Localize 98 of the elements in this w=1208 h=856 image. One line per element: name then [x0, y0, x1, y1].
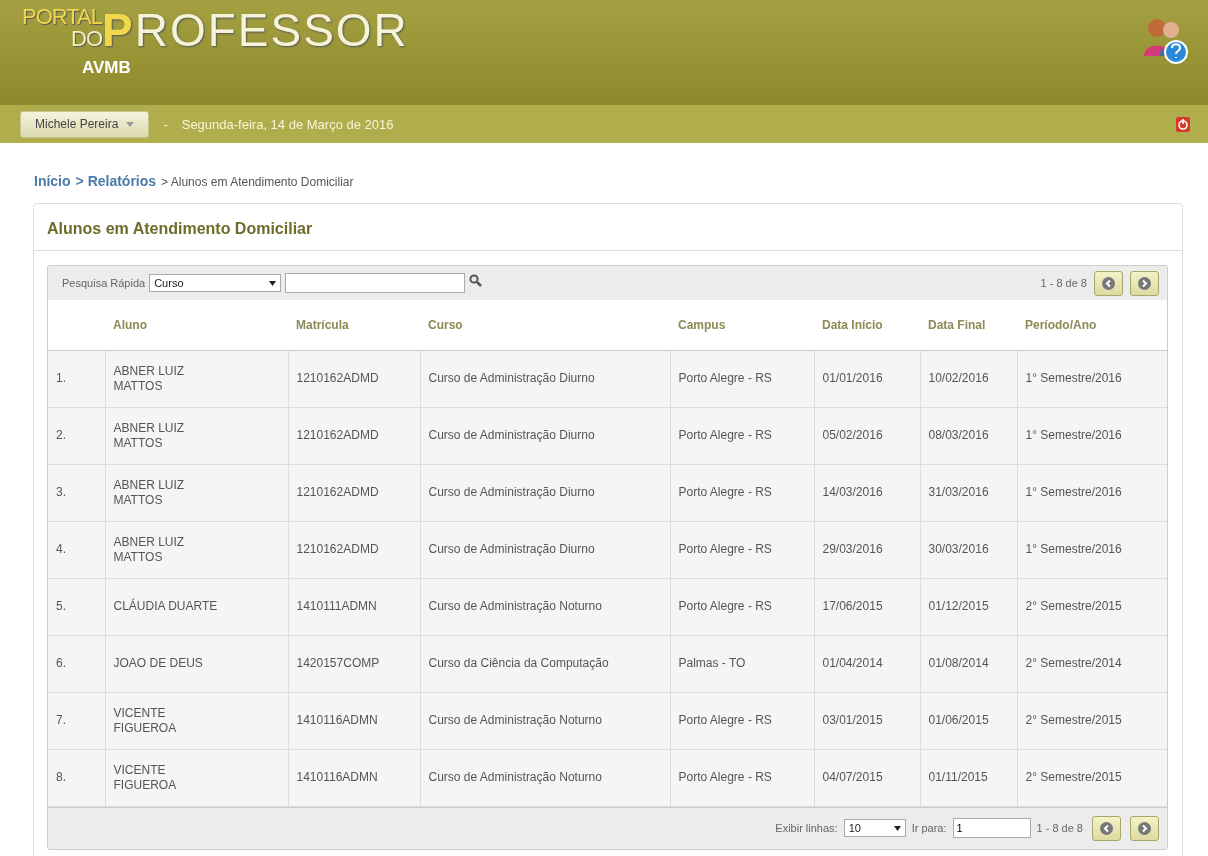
next-page-button[interactable] — [1130, 270, 1159, 296]
table-cell: CLÁUDIA DUARTE — [105, 578, 288, 635]
table-cell: 1420157COMP — [288, 635, 420, 692]
table-cell: VICENTE FIGUEROA — [105, 692, 288, 749]
dropdown-arrow-icon — [893, 825, 901, 831]
table-cell: Curso de Administração Diurno — [420, 464, 670, 521]
breadcrumb-link[interactable]: Início — [34, 173, 71, 189]
table-cell: 1210162ADMD — [288, 407, 420, 464]
dropdown-arrow-icon — [269, 280, 277, 286]
table-cell: ABNER LUIZ MATTOS — [105, 350, 288, 407]
search-field[interactable] — [285, 273, 466, 293]
table-cell: Porto Alegre - RS — [670, 464, 814, 521]
table-cell: Palmas - TO — [670, 635, 814, 692]
goto-label: Ir para: — [911, 822, 947, 834]
table-cell: 1410116ADMN — [288, 749, 420, 806]
table-cell: 30/03/2016 — [920, 521, 1017, 578]
table-cell: 14/03/2016 — [814, 464, 920, 521]
separator-text: - — [163, 116, 168, 132]
next-icon — [1138, 276, 1151, 290]
table-cell: Curso de Administração Diurno — [420, 521, 670, 578]
table-cell: Curso de Administração Diurno — [420, 350, 670, 407]
search-label: Pesquisa Rápida — [62, 277, 146, 289]
logo-text: PORTAL — [22, 6, 102, 28]
table-cell: 1210162ADMD — [288, 464, 420, 521]
row-number: 6. — [48, 635, 105, 692]
row-number: 3. — [48, 464, 105, 521]
table-cell: 31/03/2016 — [920, 464, 1017, 521]
goto-page-field[interactable]: 1 — [952, 818, 1031, 838]
table-cell: Curso da Ciência da Computação — [420, 635, 670, 692]
table-cell: Curso de Administração Noturno — [420, 578, 670, 635]
table-cell: Porto Alegre - RS — [670, 749, 814, 806]
table-cell: JOAO DE DEUS — [105, 635, 288, 692]
table-cell: 05/02/2016 — [814, 407, 920, 464]
table-cell: 1210162ADMD — [288, 350, 420, 407]
page-range-text: 1 - 8 de 8 — [1040, 277, 1087, 289]
table-cell: 2° Semestre/2015 — [1017, 578, 1167, 635]
logo-subtitle: AVMB — [82, 58, 132, 78]
table-cell: 01/06/2015 — [920, 692, 1017, 749]
table-cell: VICENTE FIGUEROA — [105, 749, 288, 806]
user-menu-button[interactable]: Michele Pereira — [20, 110, 150, 138]
row-number: 8. — [48, 749, 105, 806]
caret-icon — [126, 121, 135, 127]
table-cell: 01/08/2014 — [920, 635, 1017, 692]
breadcrumb-link[interactable]: > Relatórios — [75, 173, 157, 189]
breadcrumb-current: > Alunos em Atendimento Domiciliar — [161, 175, 354, 189]
power-icon[interactable] — [1176, 116, 1190, 132]
rows-label: Exibir linhas: — [775, 822, 838, 834]
table-cell: Porto Alegre - RS — [670, 692, 814, 749]
previous-page-button[interactable] — [1094, 270, 1123, 296]
table-cell: 1210162ADMD — [288, 521, 420, 578]
table-cell: 1410116ADMN — [288, 692, 420, 749]
previous-page-button[interactable] — [1092, 815, 1121, 841]
next-icon — [1138, 821, 1151, 835]
previous-icon — [1102, 276, 1115, 290]
table-cell: ABNER LUIZ MATTOS — [105, 407, 288, 464]
table-cell: 2° Semestre/2015 — [1017, 692, 1167, 749]
table-cell: 1410111ADMN — [288, 578, 420, 635]
previous-icon — [1100, 821, 1113, 835]
rows-select[interactable]: 10 — [843, 819, 906, 837]
row-number: 5. — [48, 578, 105, 635]
table-cell: ABNER LUIZ MATTOS — [105, 521, 288, 578]
table-cell: 04/07/2015 — [814, 749, 920, 806]
table-cell: Curso de Administração Noturno — [420, 692, 670, 749]
table-cell: Porto Alegre - RS — [670, 521, 814, 578]
table-cell: 2° Semestre/2014 — [1017, 635, 1167, 692]
logo-text: DO — [71, 28, 102, 50]
table-cell: Porto Alegre - RS — [670, 407, 814, 464]
table-cell: ABNER LUIZ MATTOS — [105, 464, 288, 521]
date-text: Segunda-feira, 14 de Março de 2016 — [181, 116, 394, 132]
table-cell: 17/06/2015 — [814, 578, 920, 635]
table-cell: Porto Alegre - RS — [670, 578, 814, 635]
table-cell: 01/12/2015 — [920, 578, 1017, 635]
table-cell: 1° Semestre/2016 — [1017, 464, 1167, 521]
table-cell: Curso de Administração Diurno — [420, 407, 670, 464]
table-cell: 1° Semestre/2016 — [1017, 521, 1167, 578]
table-cell: 1° Semestre/2016 — [1017, 350, 1167, 407]
users-help-icon — [1142, 16, 1188, 64]
table-cell: 01/04/2014 — [814, 635, 920, 692]
row-number: 2. — [48, 407, 105, 464]
search-icon[interactable] — [469, 273, 483, 287]
table-cell: 29/03/2016 — [814, 521, 920, 578]
row-number: 4. — [48, 521, 105, 578]
table-cell: 08/03/2016 — [920, 407, 1017, 464]
table-cell: 2° Semestre/2015 — [1017, 749, 1167, 806]
table-cell: 01/01/2016 — [814, 350, 920, 407]
row-number: 7. — [48, 692, 105, 749]
next-page-button[interactable] — [1130, 815, 1159, 841]
table-cell: 03/01/2015 — [814, 692, 920, 749]
table-cell: Porto Alegre - RS — [670, 350, 814, 407]
row-number: 1. — [48, 350, 105, 407]
logo-title: PROFESSOR — [102, 6, 409, 54]
table-cell: Curso de Administração Noturno — [420, 749, 670, 806]
table-cell: 1° Semestre/2016 — [1017, 407, 1167, 464]
card-title: Alunos em Atendimento Domiciliar — [34, 204, 1182, 251]
page-range-text: 1 - 8 de 8 — [1036, 822, 1083, 834]
table-cell: 10/02/2016 — [920, 350, 1017, 407]
filter-select[interactable]: Curso — [149, 274, 282, 292]
table-cell: 01/11/2015 — [920, 749, 1017, 806]
